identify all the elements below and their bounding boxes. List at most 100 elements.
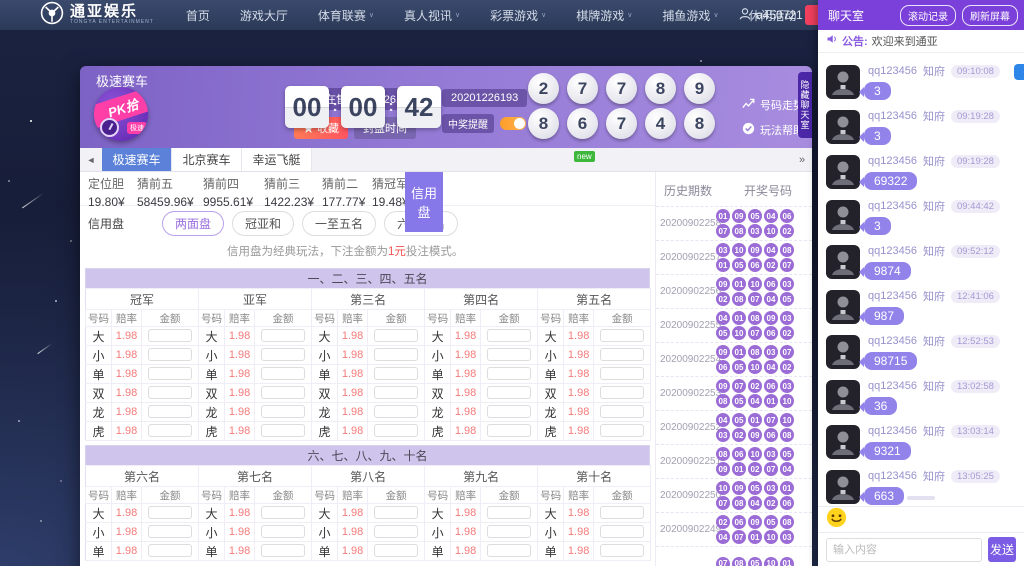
bet-amount-input[interactable] [487,506,531,519]
result-ball: 03 [780,530,794,544]
bet-amount-input[interactable] [600,405,644,418]
position-group-header: 冠军 [86,289,199,310]
nav-item-6[interactable]: 棋牌游戏∨ [576,7,632,24]
tabs-scroll-right-icon[interactable]: » [794,148,810,172]
bet-amount-input[interactable] [261,405,305,418]
bet-amount-input[interactable] [374,367,418,380]
bet-amount-input[interactable] [148,367,192,380]
bet-amount-input[interactable] [148,405,192,418]
bet-amount-input[interactable] [600,348,644,361]
bet-amount-cell [142,346,199,365]
bet-amount-input[interactable] [148,506,192,519]
bet-amount-input[interactable] [600,424,644,437]
brand-logo[interactable]: 通亚娱乐 TONGYA ENTERTAINMENT [40,1,154,30]
bet-amount-input[interactable] [261,525,305,538]
column-header: 号码 [312,487,338,504]
bet-amount-input[interactable] [261,386,305,399]
game-tab-3[interactable]: 幸运飞艇 [242,148,312,171]
bet-amount-input[interactable] [374,544,418,557]
bet-category-pill-2[interactable]: 冠亚和 [232,211,294,236]
column-header: 金额 [594,310,651,327]
avatar [826,155,860,189]
bet-option-label: 双 [425,384,451,403]
nav-item-4[interactable]: 真人视讯∨ [404,7,460,24]
bet-amount-input[interactable] [261,544,305,557]
bet-amount-input[interactable] [487,424,531,437]
result-ball: 09 [748,243,762,257]
send-button[interactable]: 发送 [988,537,1016,562]
column-header: 金额 [142,310,199,327]
number-trend-link[interactable]: 号码走势 [742,97,804,113]
nav-item-2[interactable]: 游戏大厅 [240,7,288,24]
bet-amount-input[interactable] [374,329,418,342]
column-header: 金额 [481,487,538,504]
floating-contact-button[interactable] [1014,64,1024,80]
bet-amount-cell [368,384,425,403]
bet-amount-input[interactable] [374,506,418,519]
chat-messages[interactable]: qq123456知府09:10:083qq123456知府09:19:283qq… [818,53,1024,506]
bet-amount-input[interactable] [600,525,644,538]
result-ball: 05 [732,360,746,374]
bet-amount-input[interactable] [148,544,192,557]
bet-amount-input[interactable] [600,367,644,380]
nav-item-7[interactable]: 捕鱼游戏∨ [662,7,718,24]
bet-amount-input[interactable] [374,525,418,538]
refresh-screen-button[interactable]: 刷新屏幕 [962,5,1018,26]
chat-message-input[interactable] [826,538,982,562]
bet-amount-input[interactable] [600,544,644,557]
bet-amount-input[interactable] [374,424,418,437]
bet-amount-input[interactable] [487,348,531,361]
bet-amount-input[interactable] [374,405,418,418]
column-header: 赔率 [451,310,481,327]
game-tab-2[interactable]: 北京赛车 [172,148,242,171]
nav-item-1[interactable]: 首页 [186,7,210,24]
result-ball: 02 [764,258,778,272]
bet-amount-input[interactable] [600,386,644,399]
history-issue: 20200902249 [656,524,716,535]
bet-amount-input[interactable] [487,405,531,418]
win-alert-toggle[interactable] [500,117,526,130]
bet-amount-input[interactable] [374,348,418,361]
result-ball: 10 [732,243,746,257]
nav-item-5[interactable]: 彩票游戏∨ [490,7,546,24]
column-header: 赔率 [112,487,142,504]
bet-amount-input[interactable] [600,329,644,342]
bet-amount-input[interactable] [487,544,531,557]
bet-amount-input[interactable] [487,386,531,399]
bet-amount-input[interactable] [148,525,192,538]
bet-amount-input[interactable] [487,329,531,342]
column-header: 金额 [142,487,199,504]
bet-amount-input[interactable] [148,348,192,361]
bet-amount-input[interactable] [148,329,192,342]
user-menu[interactable]: a450721 ▼ [738,7,815,24]
bet-amount-input[interactable] [261,329,305,342]
result-ball: 07 [780,258,794,272]
bet-amount-input[interactable] [600,506,644,519]
smiley-emoji-button[interactable] [826,507,847,533]
play-help-link[interactable]: 玩法帮助 [742,122,804,138]
bet-option-label: 大 [86,504,112,523]
bet-amount-input[interactable] [374,386,418,399]
bet-amount-input[interactable] [487,367,531,380]
bet-amount-input[interactable] [261,367,305,380]
game-tab-1[interactable]: 极速赛车 [102,148,172,171]
nav-item-label: 捕鱼游戏 [662,7,710,24]
hide-chat-tab[interactable]: 隐藏聊天室 [798,72,812,138]
lottery-ball: 6 [567,108,598,139]
bet-amount-input[interactable] [261,506,305,519]
bet-amount-input[interactable] [148,386,192,399]
bet-category-pill-3[interactable]: 一至五名 [302,211,376,236]
result-ball: 01 [748,530,762,544]
bet-amount-input[interactable] [261,348,305,361]
result-ball: 01 [764,394,778,408]
bet-amount-input[interactable] [148,424,192,437]
tabs-scroll-left-icon[interactable]: ◄ [80,148,102,171]
bet-amount-input[interactable] [261,424,305,437]
recharge-button[interactable] [805,5,818,25]
bet-category-pill-1[interactable]: 两面盘 [162,211,224,236]
credit-panel-button[interactable]: 信用盘 [405,172,443,232]
bet-amount-cell [481,384,538,403]
bet-amount-input[interactable] [487,525,531,538]
nav-item-3[interactable]: 体育联赛∨ [318,7,374,24]
scroll-log-button[interactable]: 滚动记录 [900,5,956,26]
